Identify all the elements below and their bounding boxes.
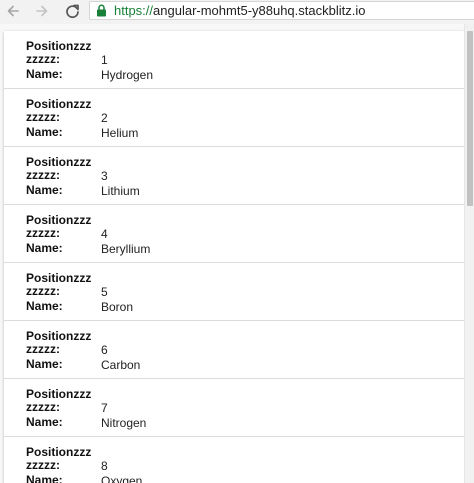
list-item: Positionzzz zzzzz: Name: 1 Hydrogen xyxy=(4,31,464,89)
list-item: Positionzzz zzzzz: Name: 7 Nitrogen xyxy=(4,379,464,437)
position-label-cont: zzzzz: xyxy=(26,400,60,414)
position-label-cont: zzzzz: xyxy=(26,226,60,240)
name-label: Name: xyxy=(26,183,63,197)
reload-icon xyxy=(65,4,79,18)
name-value: Nitrogen xyxy=(101,416,147,430)
element-list: Positionzzz zzzzz: Name: 1 Hydrogen Posi… xyxy=(4,31,464,483)
list-item: Positionzzz zzzzz: Name: 8 Oxygen xyxy=(4,437,464,483)
list-item: Positionzzz zzzzz: Name: 5 Boron xyxy=(4,263,464,321)
page-viewport: Positionzzz zzzzz: Name: 1 Hydrogen Posi… xyxy=(0,24,474,483)
reload-button[interactable] xyxy=(61,0,83,22)
list-item: Positionzzz zzzzz: Name: 2 Helium xyxy=(4,89,464,147)
name-label: Name: xyxy=(26,67,63,81)
url-text: https://angular-mohmt5-y88uhq.stackblitz… xyxy=(114,2,365,19)
name-label: Name: xyxy=(26,241,63,255)
name-label: Name: xyxy=(26,299,63,313)
back-button[interactable] xyxy=(2,0,24,22)
name-value: Helium xyxy=(101,126,139,140)
name-value: Oxygen xyxy=(101,474,143,483)
position-value: 2 xyxy=(101,111,108,125)
position-value: 8 xyxy=(101,459,108,473)
position-label-cont: zzzzz: xyxy=(26,458,60,472)
name-label: Name: xyxy=(26,415,63,429)
position-value: 5 xyxy=(101,285,108,299)
position-label-cont: zzzzz: xyxy=(26,342,60,356)
position-label-cont: zzzzz: xyxy=(26,284,60,298)
name-label: Name: xyxy=(26,357,63,371)
url-scheme: https:// xyxy=(114,3,154,18)
position-value: 7 xyxy=(101,401,108,415)
forward-button[interactable] xyxy=(31,0,53,22)
list-item: Positionzzz zzzzz: Name: 6 Carbon xyxy=(4,321,464,379)
list-item: Positionzzz zzzzz: Name: 4 Beryllium xyxy=(4,205,464,263)
scrollbar-thumb[interactable] xyxy=(467,31,473,206)
browser-toolbar: https://angular-mohmt5-y88uhq.stackblitz… xyxy=(0,0,474,25)
position-value: 6 xyxy=(101,343,108,357)
arrow-right-icon xyxy=(36,5,48,17)
arrow-left-icon xyxy=(7,5,19,17)
name-value: Carbon xyxy=(101,358,141,372)
position-value: 1 xyxy=(101,53,108,67)
lock-icon xyxy=(96,4,107,22)
name-value: Boron xyxy=(101,300,134,314)
position-value: 3 xyxy=(101,169,108,183)
name-label: Name: xyxy=(26,473,63,483)
position-label-cont: zzzzz: xyxy=(26,168,60,182)
position-label-cont: zzzzz: xyxy=(26,110,60,124)
name-value: Hydrogen xyxy=(101,68,154,82)
address-bar[interactable]: https://angular-mohmt5-y88uhq.stackblitz… xyxy=(89,1,474,20)
name-label: Name: xyxy=(26,125,63,139)
vertical-scrollbar[interactable] xyxy=(464,24,474,483)
list-item: Positionzzz zzzzz: Name: 3 Lithium xyxy=(4,147,464,205)
position-value: 4 xyxy=(101,227,108,241)
name-value: Lithium xyxy=(101,184,140,198)
name-value: Beryllium xyxy=(101,242,151,256)
url-host: angular-mohmt5-y88uhq.stackblitz.io xyxy=(153,3,366,18)
position-label-cont: zzzzz: xyxy=(26,52,60,66)
